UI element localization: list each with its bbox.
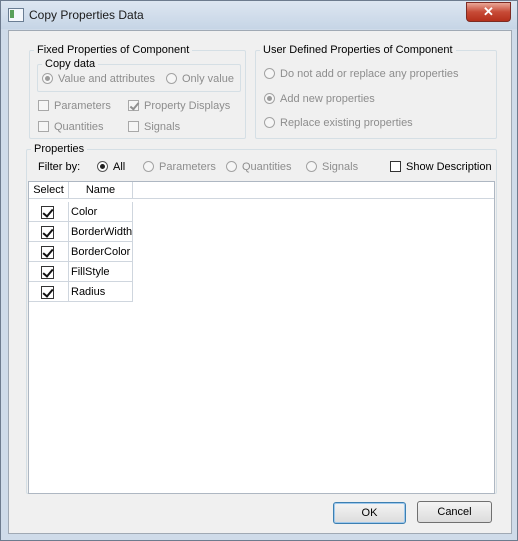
table-row[interactable]: FillStyle bbox=[29, 262, 133, 282]
filter-signals-option[interactable]: Signals bbox=[306, 161, 358, 174]
show-description-checkbox[interactable]: Show Description bbox=[390, 161, 492, 174]
radio-icon bbox=[226, 161, 237, 172]
checkbox-label: Show Description bbox=[406, 161, 492, 173]
row-checkbox[interactable] bbox=[41, 226, 54, 239]
option-label: Replace existing properties bbox=[280, 117, 413, 129]
filter-by-label: Filter by: bbox=[38, 161, 81, 173]
option-label: Only value bbox=[182, 73, 234, 85]
checkbox-label: Signals bbox=[144, 121, 181, 133]
name-cell: Radius bbox=[69, 282, 133, 302]
option-label: Parameters bbox=[159, 161, 216, 173]
radio-icon bbox=[264, 68, 275, 79]
name-cell: BorderColor bbox=[69, 242, 133, 262]
radio-icon bbox=[264, 93, 275, 104]
checkbox-icon bbox=[390, 161, 401, 172]
copy-only-value-option[interactable]: Only value bbox=[166, 73, 234, 86]
name-cell: FillStyle bbox=[69, 262, 133, 282]
select-cell[interactable] bbox=[29, 202, 69, 222]
checkbox-icon bbox=[38, 100, 49, 111]
radio-icon bbox=[97, 161, 108, 172]
properties-grid[interactable]: Select Name Color BorderWidth BorderColo… bbox=[28, 181, 495, 494]
option-label: All bbox=[113, 161, 126, 173]
radio-icon bbox=[264, 117, 275, 128]
name-cell: Color bbox=[69, 202, 133, 222]
signals-checkbox[interactable]: Signals bbox=[128, 121, 180, 134]
cancel-button[interactable]: Cancel bbox=[417, 501, 492, 523]
parameters-checkbox[interactable]: Parameters bbox=[38, 100, 111, 113]
checkbox-label: Parameters bbox=[54, 100, 111, 112]
table-row[interactable]: BorderWidth bbox=[29, 222, 133, 242]
app-icon bbox=[8, 8, 24, 22]
filter-all-option[interactable]: All bbox=[97, 161, 125, 174]
close-button[interactable]: ✕ bbox=[466, 2, 511, 22]
copy-data-legend: Copy data bbox=[45, 58, 96, 70]
row-checkbox[interactable] bbox=[41, 246, 54, 259]
column-header-select[interactable]: Select bbox=[29, 182, 69, 199]
title-bar[interactable]: Copy Properties Data ✕ bbox=[1, 1, 517, 29]
radio-icon bbox=[42, 73, 53, 84]
checkbox-label: Property Displays bbox=[144, 100, 231, 112]
select-cell[interactable] bbox=[29, 282, 69, 302]
properties-legend: Properties bbox=[34, 143, 85, 155]
filter-parameters-option[interactable]: Parameters bbox=[143, 161, 216, 174]
select-cell[interactable] bbox=[29, 242, 69, 262]
quantities-checkbox[interactable]: Quantities bbox=[38, 121, 104, 134]
user-defined-legend: User Defined Properties of Component bbox=[263, 44, 453, 56]
radio-icon bbox=[306, 161, 317, 172]
column-header-filler bbox=[133, 182, 494, 199]
checkbox-icon bbox=[38, 121, 49, 132]
checkbox-label: Quantities bbox=[54, 121, 104, 133]
do-not-add-option[interactable]: Do not add or replace any properties bbox=[264, 68, 459, 81]
option-label: Quantities bbox=[242, 161, 292, 173]
select-cell[interactable] bbox=[29, 222, 69, 242]
column-header-name[interactable]: Name bbox=[69, 182, 133, 199]
window-title: Copy Properties Data bbox=[29, 8, 144, 22]
option-label: Value and attributes bbox=[58, 73, 156, 85]
table-row[interactable]: BorderColor bbox=[29, 242, 133, 262]
checkbox-icon bbox=[128, 100, 139, 111]
radio-icon bbox=[166, 73, 177, 84]
select-cell[interactable] bbox=[29, 262, 69, 282]
option-label: Signals bbox=[322, 161, 359, 173]
table-row[interactable]: Color bbox=[29, 202, 133, 222]
table-row[interactable]: Radius bbox=[29, 282, 133, 302]
copy-value-and-attributes-option[interactable]: Value and attributes bbox=[42, 73, 155, 86]
add-new-properties-option[interactable]: Add new properties bbox=[264, 93, 375, 106]
filter-quantities-option[interactable]: Quantities bbox=[226, 161, 292, 174]
property-displays-checkbox[interactable]: Property Displays bbox=[128, 100, 230, 113]
radio-icon bbox=[143, 161, 154, 172]
row-checkbox[interactable] bbox=[41, 206, 54, 219]
option-label: Add new properties bbox=[280, 93, 375, 105]
option-label: Do not add or replace any properties bbox=[280, 68, 459, 80]
dialog-window: Copy Properties Data ✕ Fixed Properties … bbox=[0, 0, 518, 541]
replace-existing-option[interactable]: Replace existing properties bbox=[264, 117, 413, 130]
ok-button[interactable]: OK bbox=[333, 502, 406, 524]
row-checkbox[interactable] bbox=[41, 286, 54, 299]
dialog-body: Fixed Properties of Component Copy data … bbox=[8, 30, 512, 534]
checkbox-icon bbox=[128, 121, 139, 132]
name-cell: BorderWidth bbox=[69, 222, 133, 242]
fixed-properties-legend: Fixed Properties of Component bbox=[37, 44, 190, 56]
row-checkbox[interactable] bbox=[41, 266, 54, 279]
